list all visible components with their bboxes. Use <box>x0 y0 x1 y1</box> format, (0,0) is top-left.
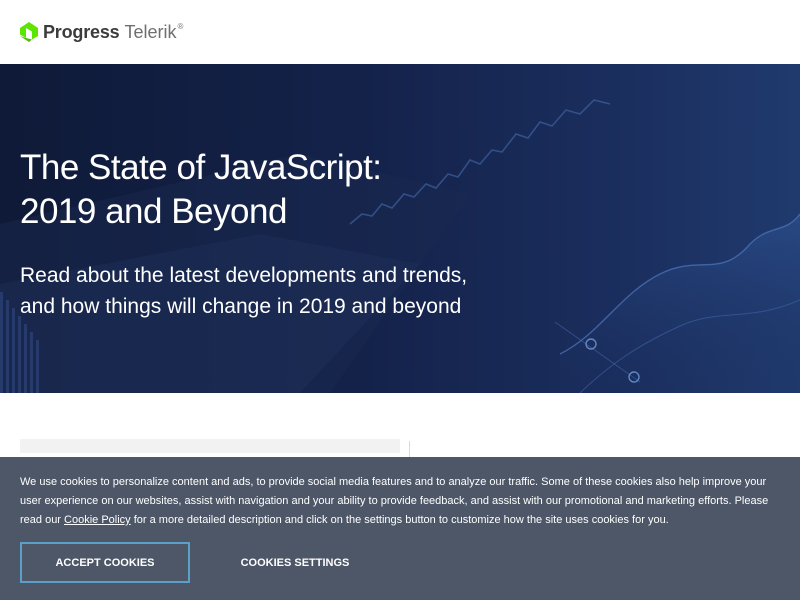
progress-telerik-logo[interactable]: Progress Telerik ® <box>20 20 183 44</box>
content-placeholder <box>20 439 400 453</box>
hero-subtitle-line: Read about the latest developments and t… <box>20 264 468 287</box>
hero-subtitle-line: and how things will change in 2019 and b… <box>20 295 462 318</box>
hero-title-line: 2019 and Beyond <box>20 192 287 231</box>
logo-product-text: Telerik <box>124 21 177 42</box>
hero-title: The State of JavaScript: 2019 and Beyond <box>20 146 440 234</box>
progress-logo-icon <box>20 22 38 42</box>
cookie-policy-link[interactable]: Cookie Policy <box>64 514 131 526</box>
hero-banner: The State of JavaScript: 2019 and Beyond… <box>0 64 800 393</box>
accept-cookies-button[interactable]: ACCEPT COOKIES <box>20 542 190 583</box>
cookie-text-outro: for a more detailed description and clic… <box>130 514 669 526</box>
cookie-notice-text: We use cookies to personalize content an… <box>20 473 785 530</box>
logo-trademark: ® <box>177 22 184 31</box>
site-header: Progress Telerik ® <box>0 0 800 64</box>
cookie-banner: We use cookies to personalize content an… <box>0 457 800 600</box>
logo-brand-text: Progress <box>43 21 120 42</box>
hero-title-line: The State of JavaScript: <box>20 148 382 187</box>
cookie-settings-button[interactable]: COOKIES SETTINGS <box>215 542 375 583</box>
hero-subtitle: Read about the latest developments and t… <box>20 260 520 322</box>
